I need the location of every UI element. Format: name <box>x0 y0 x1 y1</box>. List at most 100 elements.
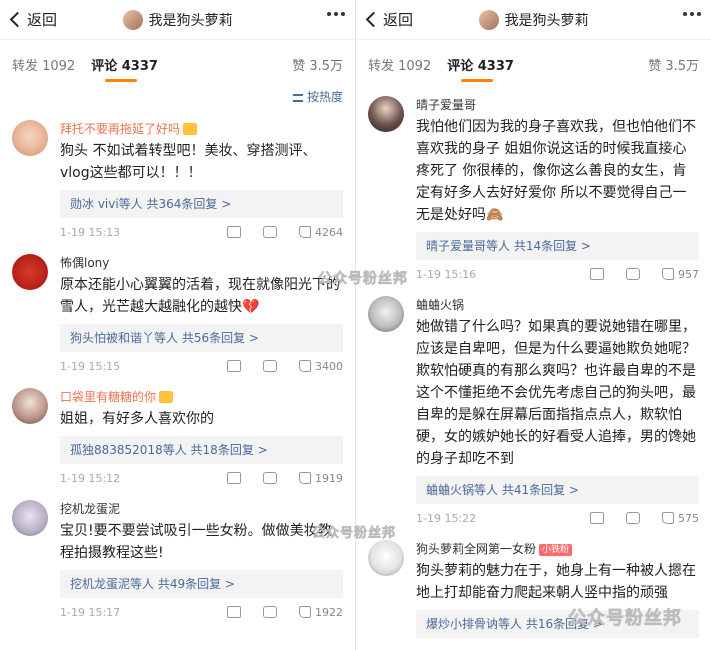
thumb-up-icon <box>299 606 311 618</box>
tab-repost[interactable]: 转发 1092 <box>12 55 75 74</box>
tab-bar: 转发 1092 评论 4337 赞 3.5万 <box>0 40 355 88</box>
username[interactable]: 狗头萝莉全网第一女粉 小铁粉 <box>416 540 699 558</box>
username[interactable]: 挖机龙蛋泥 <box>60 500 343 518</box>
timestamp: 1-19 15:16 <box>416 267 477 281</box>
reply-count: 共41条回复 > <box>501 483 579 497</box>
share-icon[interactable] <box>590 268 604 280</box>
reply-summary[interactable]: 蛐蛐火锅等人 共41条回复 > <box>416 476 699 504</box>
avatar[interactable] <box>368 540 404 576</box>
watermark-text: 公众号粉丝邦 <box>568 608 682 630</box>
username[interactable]: 怖偶lony <box>60 254 343 272</box>
reply-icon[interactable] <box>263 606 277 618</box>
reply-users: 勋冰 vivi等人 <box>70 197 143 211</box>
username-text: 挖机龙蛋泥 <box>60 502 121 516</box>
reply-count: 共49条回复 > <box>157 577 235 591</box>
username[interactable]: 口袋里有糖糖的你 <box>60 388 343 406</box>
comment-text: 宝贝!要不要尝试吸引一些女粉。做做美妆教程拍摄教程这些! <box>60 523 332 561</box>
thumb-up-icon <box>662 512 674 524</box>
reply-count: 共364条回复 > <box>146 197 232 211</box>
username-text: 口袋里有糖糖的你 <box>60 390 157 404</box>
top-bar: 返回 我是狗头萝莉 <box>356 0 711 40</box>
like-count: 3400 <box>315 359 343 373</box>
tab-likes[interactable]: 赞 3.5万 <box>292 55 343 74</box>
share-icon[interactable] <box>227 472 241 484</box>
comment-meta: 1-19 15:17 1922 <box>60 598 343 626</box>
reply-icon[interactable] <box>626 512 640 524</box>
comment-meta: 1-19 15:22 575 <box>416 504 699 532</box>
more-icon[interactable] <box>327 12 345 16</box>
sort-label: 按热度 <box>306 90 343 104</box>
comment-text: 姐姐，有好多人喜欢你的 <box>60 411 214 427</box>
username-text: 拜托不要再拖延了好吗 <box>60 122 181 136</box>
like-count: 1919 <box>315 471 343 485</box>
title-text: 我是狗头萝莉 <box>504 12 589 29</box>
comment-meta: 1-19 15:13 4264 <box>60 218 343 246</box>
back-button[interactable]: 返回 <box>0 9 70 30</box>
comment-item: 晴子爱量哥 我怕他们因为我的身子喜欢我，但也怕他们不喜欢我的身子 姐姐你说这话的… <box>356 88 711 288</box>
avatar[interactable] <box>12 254 48 290</box>
tab-likes[interactable]: 赞 3.5万 <box>648 55 699 74</box>
like-button[interactable]: 3400 <box>299 360 343 373</box>
comment-item: 口袋里有糖糖的你 姐姐，有好多人喜欢你的 孤独883852018等人 共18条回… <box>0 380 355 492</box>
thumb-up-icon <box>299 226 311 238</box>
like-button[interactable]: 957 <box>662 268 699 281</box>
like-count: 1922 <box>315 605 343 619</box>
back-button[interactable]: 返回 <box>356 9 426 30</box>
like-button[interactable]: 1922 <box>299 606 343 619</box>
timestamp: 1-19 15:13 <box>60 225 121 239</box>
top-bar: 返回 我是狗头萝莉 <box>0 0 355 40</box>
reply-icon[interactable] <box>263 360 277 372</box>
username-text: 晴子爱量哥 <box>416 98 477 112</box>
avatar[interactable] <box>368 96 404 132</box>
reply-summary[interactable]: 狗头怕被和谐丫等人 共56条回复 > <box>60 324 343 352</box>
like-button[interactable]: 575 <box>662 512 699 525</box>
username[interactable]: 蛐蛐火锅 <box>416 296 699 314</box>
fan-badge-icon <box>159 391 174 403</box>
comment-item: 拜托不要再拖延了好吗 狗头 不如试着转型吧！美妆、穿搭测评、vlog这些都可以！… <box>0 112 355 246</box>
reply-users: 蛐蛐火锅等人 <box>426 483 499 497</box>
share-icon[interactable] <box>227 360 241 372</box>
comment-item: 蛐蛐火锅 她做错了什么吗？如果真的要说她错在哪里，应该是自卑吧，但是为什么要逼她… <box>356 288 711 532</box>
chevron-left-icon <box>9 11 26 28</box>
sort-icon <box>292 93 303 102</box>
avatar[interactable] <box>12 120 48 156</box>
timestamp: 1-19 15:12 <box>60 471 121 485</box>
share-icon[interactable] <box>227 226 241 238</box>
reply-summary[interactable]: 晴子爱量哥等人 共14条回复 > <box>416 232 699 260</box>
comment-text: 狗头萝莉的魅力在于，她身上有一种被人摁在地上打却能奋力爬起来朝人竖中指的顽强 <box>416 563 696 601</box>
tab-bar: 转发 1092 评论 4337 赞 3.5万 <box>356 40 711 88</box>
reply-count: 共56条回复 > <box>181 331 259 345</box>
fan-tag-badge: 小铁粉 <box>539 544 573 556</box>
avatar[interactable] <box>12 388 48 424</box>
avatar[interactable] <box>12 500 48 536</box>
username[interactable]: 晴子爱量哥 <box>416 96 699 114</box>
avatar[interactable] <box>368 296 404 332</box>
thumb-up-icon <box>662 268 674 280</box>
tab-comment[interactable]: 评论 4337 <box>91 55 158 82</box>
comment-item: 怖偶lony 原本还能小心翼翼的活着，现在就像阳光下的雪人，光芒越大越融化的越快… <box>0 246 355 380</box>
comment-text: 我怕他们因为我的身子喜欢我，但也怕他们不喜欢我的身子 姐姐你说这话的时候我直接心… <box>416 119 696 223</box>
reply-icon[interactable] <box>626 268 640 280</box>
share-icon[interactable] <box>590 512 604 524</box>
screenshot: 返回 我是狗头萝莉 转发 1092 评论 4337 赞 3.5万 按热度 拜托不… <box>0 0 711 650</box>
reply-summary[interactable]: 孤独883852018等人 共18条回复 > <box>60 436 343 464</box>
reply-icon[interactable] <box>263 472 277 484</box>
username[interactable]: 拜托不要再拖延了好吗 <box>60 120 343 138</box>
like-button[interactable]: 1919 <box>299 472 343 485</box>
username-text: 狗头萝莉全网第一女粉 <box>416 542 537 556</box>
like-count: 4264 <box>315 225 343 239</box>
username-text: 怖偶lony <box>60 256 110 270</box>
title-text: 我是狗头萝莉 <box>148 12 233 29</box>
tab-repost[interactable]: 转发 1092 <box>368 55 431 74</box>
reply-icon[interactable] <box>263 226 277 238</box>
more-icon[interactable] <box>683 12 701 16</box>
reply-users: 挖机龙蛋泥等人 <box>70 577 155 591</box>
like-button[interactable]: 4264 <box>299 226 343 239</box>
reply-summary[interactable]: 挖机龙蛋泥等人 共49条回复 > <box>60 570 343 598</box>
sort-button[interactable]: 按热度 <box>0 88 355 112</box>
username-text: 蛐蛐火锅 <box>416 298 465 312</box>
share-icon[interactable] <box>227 606 241 618</box>
tab-comment[interactable]: 评论 4337 <box>447 55 514 82</box>
avatar <box>122 9 143 30</box>
reply-summary[interactable]: 勋冰 vivi等人 共364条回复 > <box>60 190 343 218</box>
